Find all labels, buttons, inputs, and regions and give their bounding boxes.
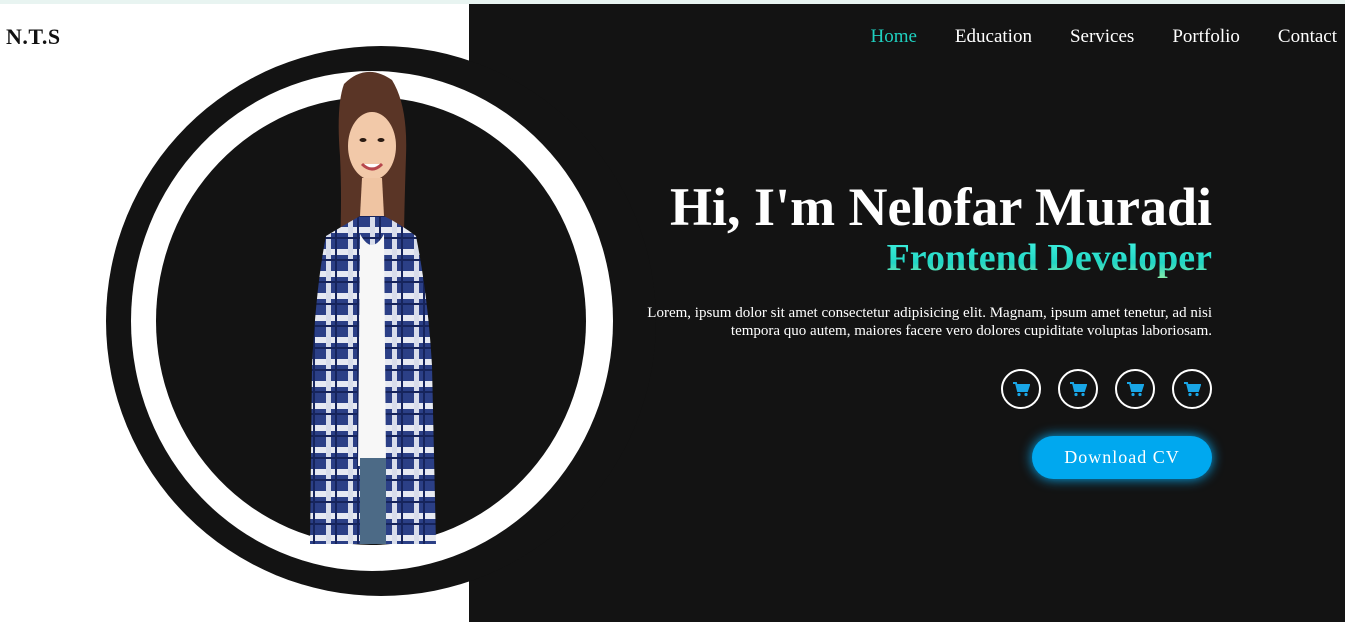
main-nav: Home Education Services Portfolio Contac… bbox=[832, 26, 1337, 48]
nav-services[interactable]: Services bbox=[1070, 26, 1134, 48]
page: N.T.S Home Education Services Portfolio … bbox=[0, 0, 1345, 622]
nav-home[interactable]: Home bbox=[870, 26, 916, 48]
nav-education[interactable]: Education bbox=[955, 26, 1032, 48]
download-cv-button[interactable]: Download CV bbox=[1032, 436, 1212, 479]
nav-contact[interactable]: Contact bbox=[1278, 26, 1337, 48]
social-link-2[interactable] bbox=[1058, 369, 1098, 409]
nav-portfolio[interactable]: Portfolio bbox=[1172, 26, 1240, 48]
hero-description: Lorem, ipsum dolor sit amet consectetur … bbox=[647, 305, 1212, 339]
social-link-3[interactable] bbox=[1115, 369, 1155, 409]
cart-icon bbox=[1127, 382, 1144, 397]
cart-icon bbox=[1013, 382, 1030, 397]
social-links bbox=[1001, 369, 1212, 409]
social-link-4[interactable] bbox=[1172, 369, 1212, 409]
hero-text: Hi, I'm Nelofar Muradi Frontend Develope… bbox=[612, 176, 1212, 340]
profile-portrait bbox=[310, 71, 436, 544]
hero-greeting: Hi, I'm Nelofar Muradi bbox=[670, 177, 1212, 237]
cart-icon bbox=[1070, 382, 1087, 397]
cart-icon bbox=[1184, 382, 1201, 397]
social-link-1[interactable] bbox=[1001, 369, 1041, 409]
hero-role: Frontend Developer bbox=[612, 234, 1212, 282]
site-logo[interactable]: N.T.S bbox=[6, 24, 61, 50]
